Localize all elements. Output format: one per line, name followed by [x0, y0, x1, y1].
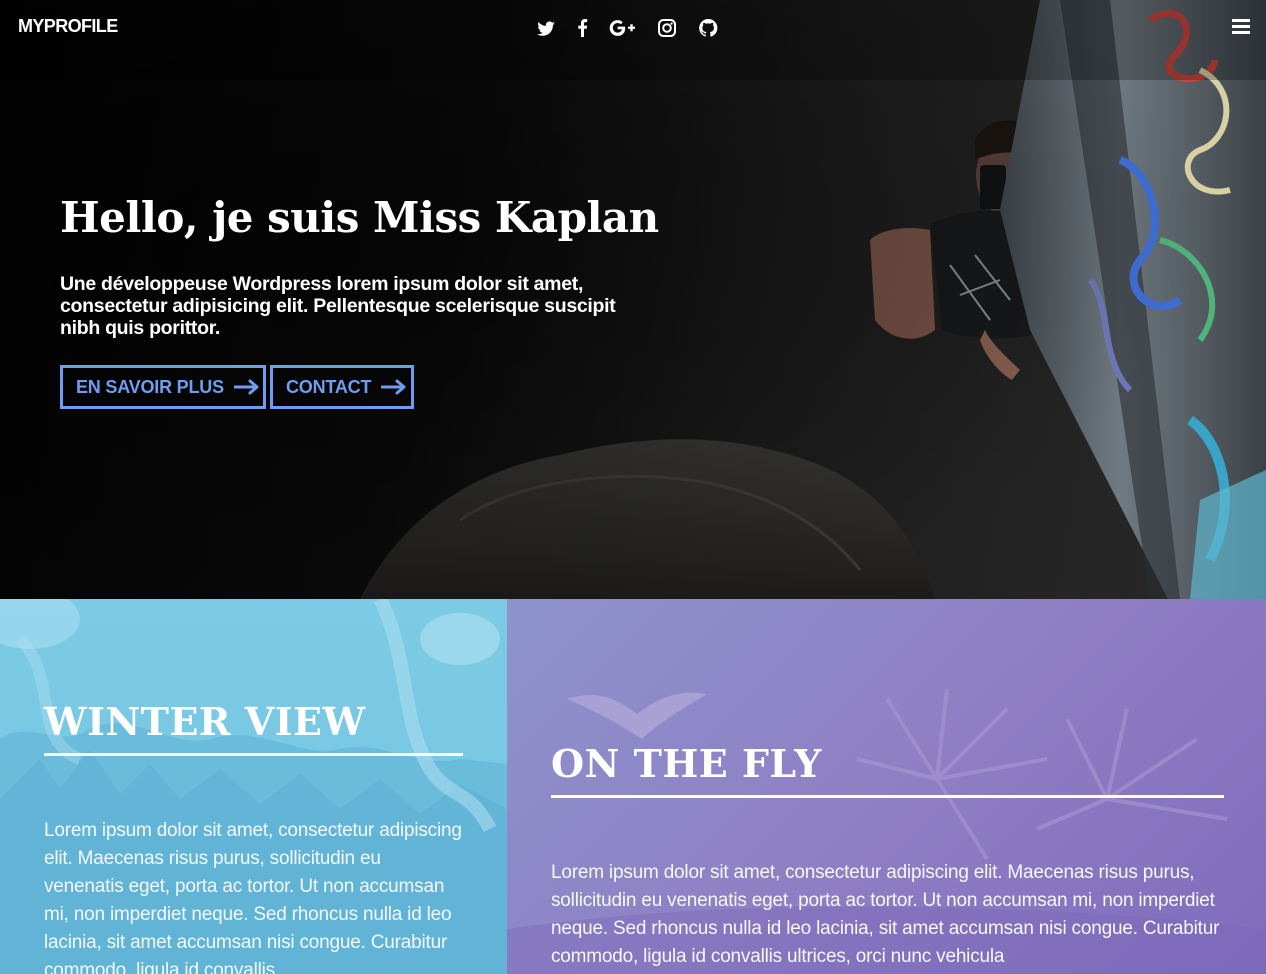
hero-subtitle: Une développeuse Wordpress lorem ipsum d… — [60, 273, 616, 339]
arrow-right-icon — [233, 379, 259, 395]
google-plus-link[interactable] — [609, 16, 636, 40]
github-icon — [699, 18, 718, 37]
menu-bar-bottom — [1232, 31, 1250, 34]
github-link[interactable] — [698, 16, 718, 40]
winter-view-card: WINTER VIEW Lorem ipsum dolor sit amet, … — [0, 599, 507, 974]
instagram-icon — [658, 19, 676, 37]
brand-logo[interactable]: MYPROFILE — [18, 16, 118, 37]
facebook-icon — [578, 19, 588, 37]
google-plus-icon — [609, 20, 635, 36]
winter-view-divider — [44, 753, 463, 756]
top-navbar: MYPROFILE — [0, 0, 1266, 56]
contact-button[interactable]: CONTACT — [270, 365, 414, 409]
menu-bar-middle — [1232, 25, 1250, 28]
on-the-fly-text: Lorem ipsum dolor sit amet, consectetur … — [551, 862, 1220, 967]
on-the-fly-card: ON THE FLY Lorem ipsum dolor sit amet, c… — [507, 599, 1266, 974]
hamburger-menu-icon[interactable] — [1232, 19, 1250, 35]
learn-more-button[interactable]: EN SAVOIR PLUS — [60, 365, 266, 409]
on-the-fly-title: ON THE FLY — [551, 741, 822, 786]
menu-bar-top — [1232, 19, 1250, 22]
arrow-right-icon — [381, 379, 406, 395]
winter-view-title: WINTER VIEW — [44, 699, 366, 744]
instagram-link[interactable] — [657, 16, 677, 40]
twitter-link[interactable] — [536, 16, 556, 40]
winter-view-text: Lorem ipsum dolor sit amet, consectetur … — [44, 820, 462, 974]
learn-more-label: EN SAVOIR PLUS — [76, 376, 224, 397]
on-the-fly-divider — [551, 795, 1224, 798]
hero-section: MYPROFILE Hello, je suis Miss Kaplan Une… — [0, 0, 1266, 599]
contact-label: CONTACT — [286, 376, 372, 397]
social-links — [536, 14, 739, 42]
hero-title: Hello, je suis Miss Kaplan — [60, 193, 659, 242]
facebook-link[interactable] — [577, 16, 588, 40]
twitter-icon — [537, 21, 555, 36]
